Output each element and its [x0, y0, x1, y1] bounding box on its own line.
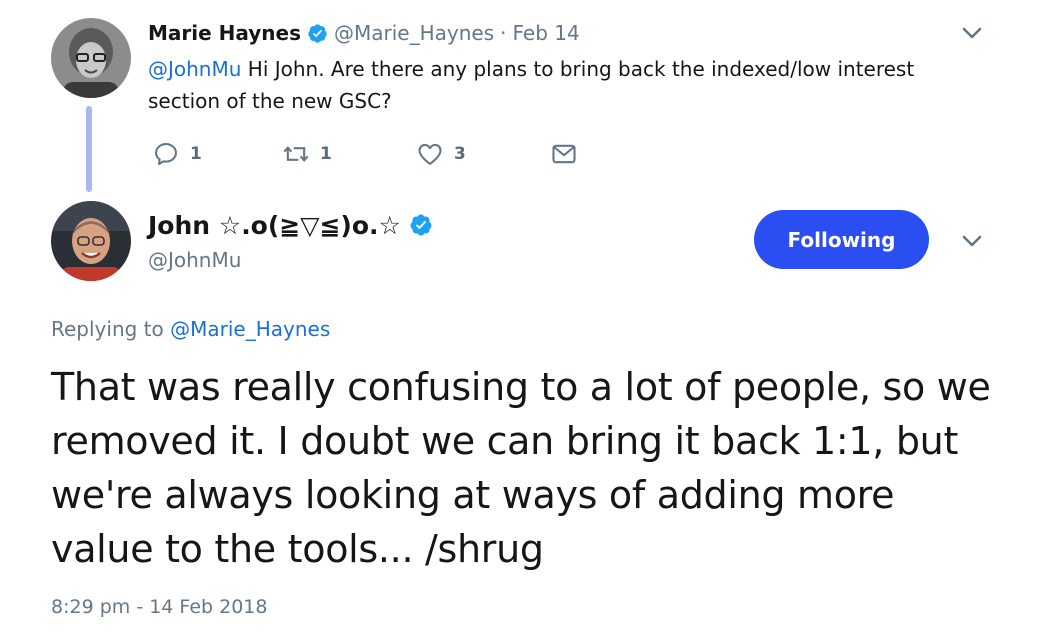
retweet-button[interactable]: 1 — [282, 138, 332, 170]
direct-message-button[interactable] — [550, 138, 578, 170]
avatar-marie-haynes[interactable] — [51, 18, 131, 98]
main-tweet-text: That was really confusing to a lot of pe… — [51, 365, 991, 571]
avatar-john-mu[interactable] — [51, 201, 131, 281]
main-tweet-author: John ☆.o(≧▽≦)o.☆ — [148, 206, 439, 244]
author-name[interactable]: Marie Haynes — [148, 21, 301, 45]
replying-to-handle[interactable]: @Marie_Haynes — [170, 317, 330, 341]
chevron-down-icon[interactable] — [958, 19, 986, 47]
like-button[interactable]: 3 — [416, 138, 466, 170]
tweet-text-line2: section of the new GSC? — [148, 89, 392, 113]
tweet-timestamp[interactable]: 8:29 pm - 14 Feb 2018 — [51, 596, 267, 618]
mention-link[interactable]: @JohnMu — [148, 57, 241, 81]
header-separator: · — [500, 21, 507, 45]
heart-icon — [418, 143, 442, 165]
author-handle[interactable]: @Marie_Haynes — [334, 21, 494, 45]
message-icon — [552, 144, 576, 164]
tweet-date[interactable]: Feb 14 — [513, 21, 580, 45]
verified-badge-icon — [308, 23, 327, 43]
reply-button[interactable]: 1 — [152, 138, 202, 170]
retweet-count: 1 — [320, 144, 332, 164]
verified-badge-icon — [410, 214, 432, 236]
parent-tweet-header: Marie Haynes @Marie_Haynes · Feb 14 — [148, 19, 580, 47]
parent-tweet-text: @JohnMu Hi John. Are there any plans to … — [148, 53, 968, 117]
replying-to: Replying to @Marie_Haynes — [51, 317, 330, 341]
thread-connector-line — [86, 106, 92, 192]
chevron-down-icon[interactable] — [958, 227, 986, 255]
author-name[interactable]: John ☆.o(≧▽≦)o.☆ — [148, 211, 401, 240]
author-handle[interactable]: @JohnMu — [148, 248, 241, 272]
reply-count: 1 — [190, 144, 202, 164]
replying-to-label: Replying to — [51, 317, 171, 341]
tweet-text-line1: Hi John. Are there any plans to bring ba… — [241, 57, 915, 81]
like-count: 3 — [454, 144, 466, 164]
retweet-icon — [283, 146, 309, 162]
reply-icon — [155, 143, 177, 165]
following-button[interactable]: Following — [754, 210, 929, 269]
